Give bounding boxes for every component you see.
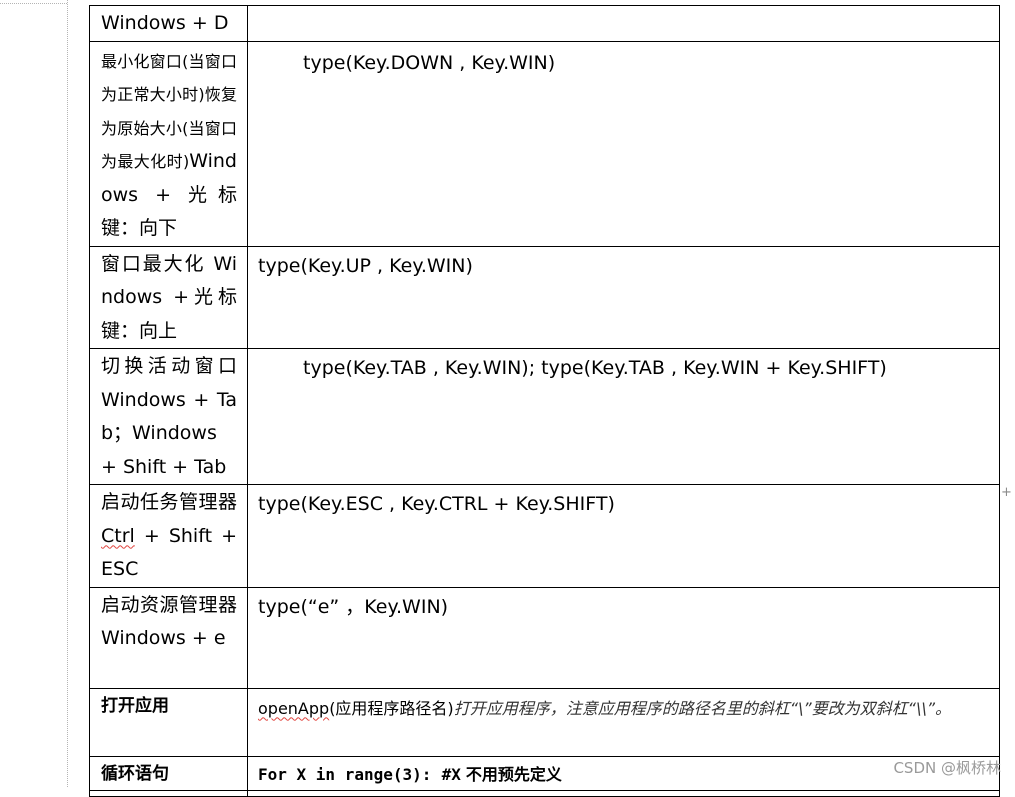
- code-text: type(Key.DOWN , Key.WIN): [303, 51, 556, 74]
- table-row: 打开应用 openApp(应用程序路径名)打开应用程序，注意应用程序的路径名里的…: [89, 687, 1000, 757]
- shortcut-cell: [89, 789, 248, 797]
- shortcut-text: 切换活动窗口 Windows + Tab；Windows + Shift + T…: [101, 355, 237, 478]
- code-cell: type(Key.ESC , Key.CTRL + Key.SHIFT): [247, 484, 1000, 588]
- page-margin-guide: [67, 0, 68, 787]
- code-text: For X in range(3): #X 不用预先定义: [249, 757, 999, 789]
- code-cell: [247, 789, 1000, 797]
- loop-code: For X in range(3):: [258, 764, 432, 784]
- table-row: 窗口最大化 Windows +光标键：向上 type(Key.UP , Key.…: [89, 245, 1000, 349]
- openapp-function[interactable]: openApp: [258, 699, 329, 718]
- code-cell: type(“e” ，Key.WIN): [247, 586, 1000, 689]
- shortcut-text: 窗口最大化 Windows +光标键：向上: [101, 252, 237, 342]
- code-text: openApp(应用程序路径名)打开应用程序，注意应用程序的路径名里的斜杠“\”…: [249, 689, 999, 724]
- code-cell: type(Key.DOWN , Key.WIN): [247, 40, 1000, 247]
- shortcut-cell: 启动任务管理器 Ctrl + Shift + ESC: [89, 484, 248, 588]
- shortcut-cell: Windows + D: [89, 5, 248, 42]
- shortcut-text: 启动资源管理器 Windows + e: [101, 593, 237, 650]
- openapp-note: 打开应用程序，注意应用程序的路径名里的斜杠“\”要改为双斜杠“\\”。: [453, 698, 952, 718]
- shortcut-table: Windows + D 最小化窗口(当窗口为正常大小时)恢复为原始大小(当窗口为…: [89, 5, 1000, 797]
- code-text: type(Key.ESC , Key.CTRL + Key.SHIFT): [258, 493, 615, 515]
- table-row: 最小化窗口(当窗口为正常大小时)恢复为原始大小(当窗口为最大化时)Windows…: [89, 40, 1000, 247]
- shortcut-cell: 启动资源管理器 Windows + e: [89, 586, 248, 689]
- watermark: CSDN @枫桥林: [893, 759, 1001, 777]
- code-cell: For X in range(3): #X 不用预先定义: [247, 755, 1000, 791]
- table-row: 切换活动窗口 Windows + Tab；Windows + Shift + T…: [89, 348, 1000, 485]
- shortcut-text: Windows + D: [101, 12, 229, 34]
- table-row: Windows + D: [89, 5, 1000, 42]
- shortcut-text-part: 启动任务管理器: [101, 491, 237, 513]
- loop-comment: 不用预先定义: [465, 764, 562, 784]
- add-row-icon[interactable]: +: [1001, 484, 1015, 502]
- shortcut-cell: 窗口最大化 Windows +光标键：向上: [89, 245, 248, 349]
- code-text: type(Key.UP , Key.WIN): [258, 254, 473, 277]
- code-cell: [247, 5, 1000, 42]
- code-text: type(Key.TAB , Key.WIN); type(Key.TAB , …: [303, 357, 887, 379]
- code-cell: type(Key.TAB , Key.WIN); type(Key.TAB , …: [247, 348, 1000, 485]
- table-row: 启动任务管理器 Ctrl + Shift + ESC type(Key.ESC …: [89, 484, 1000, 588]
- shortcut-text: 启动任务管理器 Ctrl + Shift + ESC: [91, 485, 247, 586]
- table-row: 循环语句 For X in range(3): #X 不用预先定义: [89, 755, 1000, 791]
- page-margin-guide-top: [0, 3, 67, 4]
- table-row: 启动资源管理器 Windows + e type(“e” ，Key.WIN): [89, 586, 1000, 689]
- shortcut-cell: 最小化窗口(当窗口为正常大小时)恢复为原始大小(当窗口为最大化时)Windows…: [89, 40, 248, 247]
- shortcut-cell: 切换活动窗口 Windows + Tab；Windows + Shift + T…: [89, 348, 248, 485]
- table-row: [89, 789, 1000, 797]
- openapp-args: (应用程序路径名): [329, 698, 454, 718]
- loop-comment-hash: #X: [441, 764, 461, 784]
- shortcut-text: 打开应用: [101, 695, 169, 716]
- shortcut-text: 最小化窗口(当窗口为正常大小时)恢复为原始大小(当窗口为最大化时)Windows…: [91, 42, 247, 245]
- spellcheck-underline[interactable]: Ctrl: [101, 525, 135, 547]
- shortcut-text: 循环语句: [101, 763, 169, 784]
- shortcut-cell: 循环语句: [89, 755, 248, 791]
- shortcut-cell: 打开应用: [89, 687, 248, 757]
- code-text: type(“e” ，Key.WIN): [258, 595, 449, 618]
- code-cell: openApp(应用程序路径名)打开应用程序，注意应用程序的路径名里的斜杠“\”…: [247, 687, 1000, 757]
- code-cell: type(Key.UP , Key.WIN): [247, 245, 1000, 349]
